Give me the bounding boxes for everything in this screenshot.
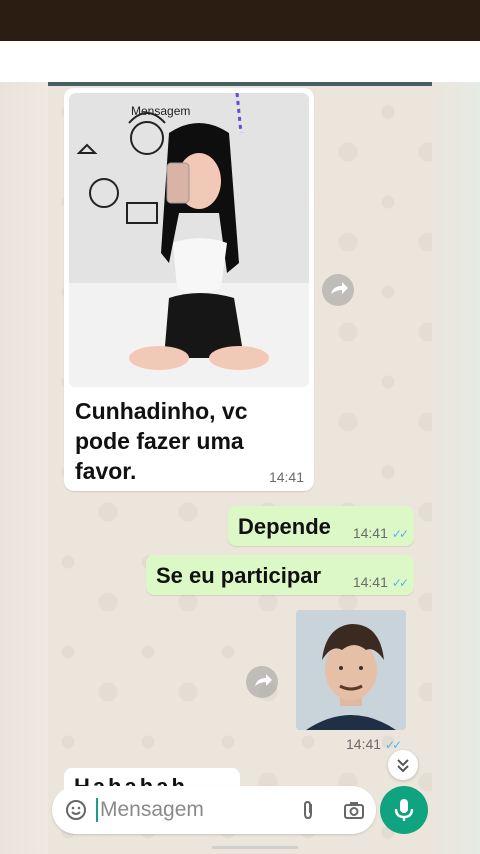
received-photo[interactable]: Mensagem [69, 93, 309, 387]
wall-sticker-text: Mensagem [131, 104, 190, 118]
incoming-message-text: Cunhadinho, vc pode fazer uma favor. [75, 398, 248, 484]
outgoing-message-text: Se eu participar [156, 563, 322, 588]
message-composer[interactable]: Mensagem [52, 786, 376, 834]
read-receipt-icon: ✓✓ [391, 527, 409, 541]
camera-icon[interactable] [342, 798, 366, 827]
microphone-icon [394, 799, 414, 821]
status-bar [0, 0, 480, 41]
outgoing-message-text: Depende [238, 514, 331, 539]
microphone-button[interactable] [380, 786, 428, 834]
received-photo-illustration: Mensagem [69, 93, 309, 387]
outgoing-message-time: 14:41 ✓✓ [352, 574, 409, 590]
read-receipt-icon: ✓✓ [391, 576, 409, 590]
emoji-icon[interactable] [64, 798, 88, 827]
home-indicator [212, 846, 298, 849]
message-input[interactable]: Mensagem [96, 798, 204, 822]
outgoing-message[interactable]: Se eu participar 14:41 ✓✓ [146, 555, 414, 595]
sent-photo[interactable] [296, 610, 406, 730]
outgoing-message[interactable]: Depende 14:41 ✓✓ [228, 506, 414, 546]
outgoing-message-time: 14:41 ✓✓ [352, 525, 409, 541]
chat-header-edge [48, 82, 432, 86]
chat-area[interactable]: Mensagem Cunhadinho, vc pode fazer uma f… [48, 82, 432, 854]
forward-icon[interactable] [246, 666, 278, 698]
attach-icon[interactable] [296, 798, 320, 827]
forward-icon[interactable] [322, 274, 354, 306]
incoming-message-time: 14:41 [268, 469, 304, 485]
sent-photo-illustration [296, 610, 406, 730]
scroll-down-button[interactable] [388, 750, 418, 780]
double-chevron-down-icon [397, 759, 409, 773]
incoming-image-message[interactable]: Mensagem Cunhadinho, vc pode fazer uma f… [64, 88, 314, 491]
